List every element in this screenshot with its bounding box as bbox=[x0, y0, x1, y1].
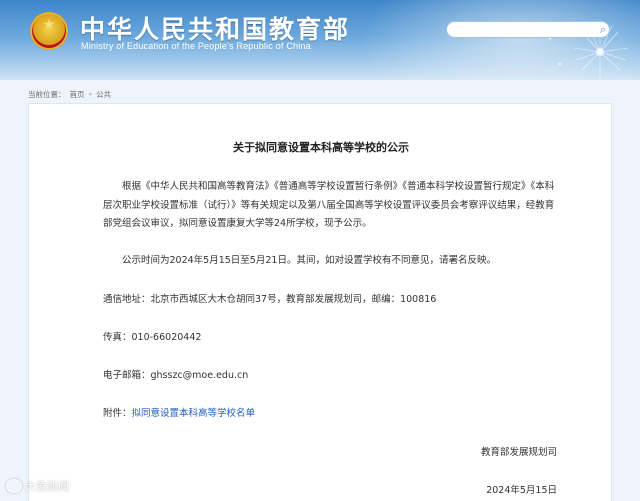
contact-fax: 传真：010-66020442 bbox=[103, 332, 202, 343]
article-title: 关于拟同意设置本科高等学校的公示 bbox=[233, 141, 409, 154]
breadcrumb-label: 当前位置： bbox=[28, 89, 66, 99]
site-subtitle: Ministry of Education of the People's Re… bbox=[81, 41, 311, 51]
contact-address: 通信地址：北京市西城区大木仓胡同37号，教育部发展规划司，邮编：100816 bbox=[103, 294, 437, 305]
contact-email: 电子邮箱：ghsszc@moe.edu.cn bbox=[103, 370, 249, 381]
article-paragraph-1: 根据《中华人民共和国高等教育法》《普通高等学校设置暂行条例》《普通本科学校设置暂… bbox=[103, 181, 555, 229]
chevron-right-icon: » bbox=[88, 90, 93, 98]
search-input[interactable] bbox=[455, 27, 585, 42]
breadcrumb-home-link[interactable]: 首页 bbox=[70, 89, 85, 100]
article-signature: 教育部发展规划司 bbox=[480, 447, 557, 458]
breadcrumb: 当前位置： 首页 » 公共 bbox=[28, 88, 111, 100]
national-emblem-icon: ★ bbox=[30, 12, 68, 50]
attachment-row: 附件：拟同意设置本科高等学校名单 bbox=[103, 405, 255, 419]
watermark-text: 大象新闻 bbox=[25, 480, 69, 493]
weibo-logo-icon bbox=[6, 479, 22, 493]
search-box bbox=[446, 21, 610, 42]
attachment-link[interactable]: 拟同意设置本科高等学校名单 bbox=[132, 408, 256, 419]
attachment-label: 附件： bbox=[103, 408, 132, 419]
watermark: 大象新闻 bbox=[6, 478, 69, 494]
article-paragraph-2: 公示时间为2024年5月15日至5月21日。其间，如对设置学校有不同意见，请署名… bbox=[122, 255, 496, 266]
search-icon[interactable]: ⌕ bbox=[596, 23, 610, 37]
breadcrumb-current: 公共 bbox=[96, 89, 112, 99]
article-panel: 关于拟同意设置本科高等学校的公示 根据《中华人民共和国高等教育法》《普通高等学校… bbox=[28, 103, 612, 501]
site-header: ★ 中华人民共和国教育部 Ministry of Education of th… bbox=[0, 0, 640, 80]
article-date: 2024年5月15日 bbox=[486, 485, 557, 496]
